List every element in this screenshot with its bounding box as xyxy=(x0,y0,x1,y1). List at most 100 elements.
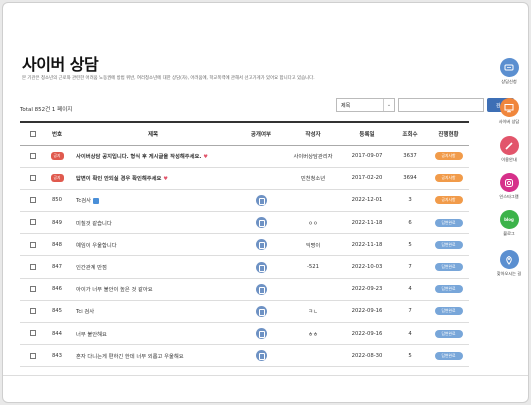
row-title-link[interactable]: 사이버상담 공지입니다. 형식 후 게시글을 작성해주세요. xyxy=(76,154,201,160)
table-row[interactable]: 843 혼자 다니는게 편하긴 한데 너무 외롭고 우울해요 2022-08-3… xyxy=(20,345,469,367)
row-date: 2022-08-30 xyxy=(351,352,383,359)
search-input[interactable] xyxy=(398,98,484,112)
table-row[interactable]: 847 인간관계 만점 -521 2022-10-03 7 답변완료 xyxy=(20,256,469,279)
row-views: 5 xyxy=(408,352,412,359)
row-title-cell: Tc검사 xyxy=(68,189,238,211)
row-title-link[interactable]: Tc검사 xyxy=(76,198,91,204)
new-icon xyxy=(93,197,99,204)
quick-menu-item[interactable]: 상담신청 xyxy=(489,58,528,85)
row-author xyxy=(284,189,342,211)
lock-icon xyxy=(255,350,267,362)
row-title-link[interactable]: 아이가 너무 불안이 높은 것 같아요 xyxy=(76,287,153,293)
row-title-cell: Tci 검사 xyxy=(68,300,238,322)
instagram-icon xyxy=(499,173,519,192)
monitor-icon xyxy=(499,98,519,117)
row-date: 2017-09-07 xyxy=(351,153,383,160)
total-count: Total 852건 1 페이지 xyxy=(20,107,73,113)
row-checkbox[interactable] xyxy=(30,352,36,359)
row-title-cell: 예임이 우울합니다 xyxy=(68,234,238,256)
status-badge: 공지사항 xyxy=(434,174,463,183)
row-title-link[interactable]: Tci 검사 xyxy=(76,309,94,315)
row-public-cell xyxy=(238,300,284,322)
lock-icon xyxy=(255,261,267,273)
status-badge: 답변완료 xyxy=(434,351,463,360)
lock-icon xyxy=(255,194,267,206)
row-checkbox-cell xyxy=(20,323,46,345)
row-views: 4 xyxy=(408,286,412,293)
row-num-cell: 843 xyxy=(46,345,68,367)
row-title-link[interactable]: 미칠것 같습니다 xyxy=(76,221,112,227)
row-title-link[interactable]: 혼자 다니는게 편하긴 한데 너무 외롭고 우울해요 xyxy=(76,354,184,360)
row-title-link[interactable]: 예임이 우울합니다 xyxy=(76,243,117,249)
table-row[interactable]: 공지 답변이 확인 안되실 경우 확인해주세요 ♥ 민천청소년 2017-02-2… xyxy=(20,167,469,190)
table-row[interactable]: 공지 사이버상담 공지입니다. 형식 후 게시글을 작성해주세요. ♥ 사이버상담… xyxy=(20,145,469,168)
bottom-divider xyxy=(3,375,528,376)
status-badge: 공지사항 xyxy=(434,196,463,205)
row-checkbox[interactable] xyxy=(30,285,36,292)
row-num-cell: 850 xyxy=(46,189,68,211)
row-title-cell: 혼자 다니는게 편하긴 한데 너무 외롭고 우울해요 xyxy=(68,345,238,367)
lock-icon xyxy=(255,328,267,340)
row-views: 4 xyxy=(408,330,412,337)
row-public-cell xyxy=(238,234,284,256)
lock-icon xyxy=(255,283,267,295)
row-checkbox[interactable] xyxy=(30,241,36,248)
chevron-down-icon: ⌄ xyxy=(383,99,394,111)
row-title-cell: 너무 불안해요 xyxy=(68,323,238,345)
notice-badge: 공지 xyxy=(50,174,64,183)
row-author: -521 xyxy=(306,264,320,271)
row-num-cell: 공지 xyxy=(46,145,68,167)
table-row[interactable]: 849 미칠것 같습니다 ㅇㅇ 2022-11-18 6 답변완료 xyxy=(20,212,469,234)
quick-menu-item[interactable]: blog 블로그 xyxy=(489,210,528,237)
row-status-cell: 공지사항 xyxy=(428,145,469,167)
row-number: 847 xyxy=(51,264,63,271)
row-number: 849 xyxy=(51,219,63,226)
row-public-cell xyxy=(238,167,284,189)
table-row[interactable]: 845 Tci 검사 ㅋㄴ 2022-09-16 7 답변완료 xyxy=(20,300,469,323)
table-row[interactable]: 850 Tc검사 2022-12-01 3 공지사항 xyxy=(20,189,469,212)
row-status-cell: 답변완료 xyxy=(428,323,469,345)
row-checkbox-cell xyxy=(20,189,46,211)
lock-icon xyxy=(255,217,267,229)
row-checkbox[interactable] xyxy=(30,263,36,270)
row-checkbox[interactable] xyxy=(30,197,36,204)
quick-menu-item[interactable]: 이용안내 xyxy=(489,136,528,163)
row-author: ㅎㅎ xyxy=(308,331,318,338)
table-header-row: 번호 제목 공개여부 작성자 등록일 조회수 진행현황 xyxy=(20,122,469,145)
row-checkbox[interactable] xyxy=(30,308,36,315)
table-row[interactable]: 848 예임이 우울합니다 익명이 2022-11-18 5 답변완료 xyxy=(20,234,469,256)
table-row[interactable]: 844 너무 불안해요 ㅎㅎ 2022-09-16 4 답변완료 xyxy=(20,323,469,345)
heart-icon: ♥ xyxy=(203,154,208,161)
quick-menu-label: 상담신청 xyxy=(501,79,517,84)
row-checkbox[interactable] xyxy=(30,152,36,159)
row-number: 846 xyxy=(51,286,63,293)
row-title-link[interactable]: 답변이 확인 안되실 경우 확인해주세요 xyxy=(76,176,161,182)
row-checkbox[interactable] xyxy=(30,330,36,337)
quick-menu-item[interactable]: 사이버 상담 xyxy=(489,98,528,125)
select-all-checkbox[interactable] xyxy=(30,130,36,137)
row-author xyxy=(284,345,342,367)
quick-menu-label: 이용안내 xyxy=(501,157,517,162)
search-field-select[interactable]: 제목 ⌄ xyxy=(336,98,395,112)
row-date: 2022-09-16 xyxy=(351,330,383,337)
row-status-cell: 답변완료 xyxy=(428,212,469,234)
location-icon xyxy=(499,250,519,269)
row-status-cell: 답변완료 xyxy=(428,345,469,367)
quick-menu-label: 블로그 xyxy=(503,231,515,236)
board-table: 번호 제목 공개여부 작성자 등록일 조회수 진행현황 공지 사이버상담 공지입… xyxy=(20,121,469,367)
row-public-cell xyxy=(238,278,284,300)
row-checkbox[interactable] xyxy=(30,219,36,226)
row-checkbox[interactable] xyxy=(30,175,36,182)
table-row[interactable]: 846 아이가 너무 불안이 높은 것 같아요 2022-09-23 4 답변완… xyxy=(20,278,469,301)
notice-badge: 공지 xyxy=(50,152,64,161)
row-public-cell xyxy=(238,145,284,167)
quick-menu-item[interactable]: 찾아오시는 길 xyxy=(489,250,528,277)
quick-menu-item[interactable]: 인스타그램 xyxy=(489,173,528,200)
quick-menu-label: 사이버 상담 xyxy=(498,119,520,124)
row-title-link[interactable]: 너무 불안해요 xyxy=(76,332,107,338)
status-badge: 답변완료 xyxy=(434,329,463,338)
row-checkbox-cell xyxy=(20,234,46,256)
heart-icon: ♥ xyxy=(163,176,168,183)
row-title-link[interactable]: 인간관계 만점 xyxy=(76,265,107,271)
row-num-cell: 846 xyxy=(46,278,68,300)
